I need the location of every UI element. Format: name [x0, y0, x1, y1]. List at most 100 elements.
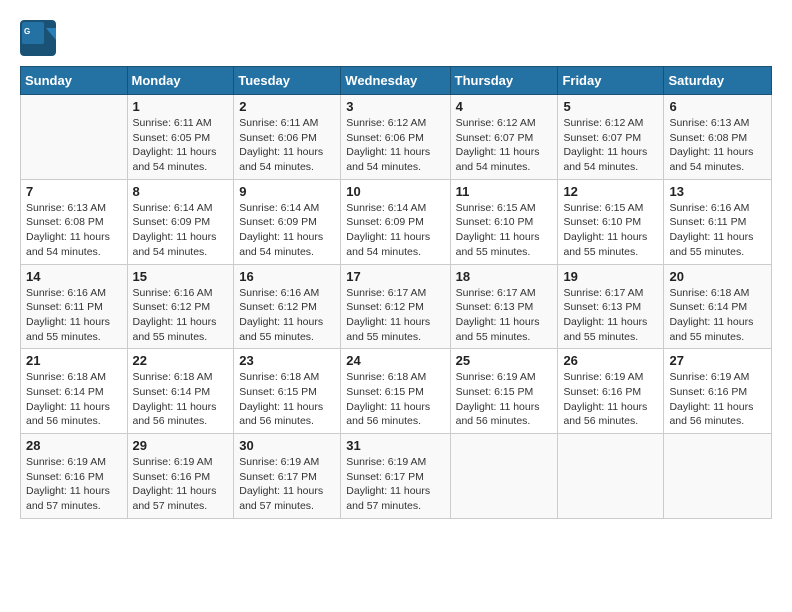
sunrise: Sunrise: 6:12 AM: [563, 116, 658, 131]
day-header-tuesday: Tuesday: [234, 67, 341, 95]
daylight: Daylight: 11 hours and 54 minutes.: [239, 145, 335, 174]
daylight: Daylight: 11 hours and 57 minutes.: [346, 484, 444, 513]
daylight: Daylight: 11 hours and 55 minutes.: [563, 315, 658, 344]
sunrise: Sunrise: 6:16 AM: [133, 286, 229, 301]
day-info: Sunrise: 6:12 AM Sunset: 6:06 PM Dayligh…: [346, 116, 444, 175]
calendar-cell: 29 Sunrise: 6:19 AM Sunset: 6:16 PM Dayl…: [127, 434, 234, 519]
daylight: Daylight: 11 hours and 54 minutes.: [26, 230, 122, 259]
calendar-cell: 7 Sunrise: 6:13 AM Sunset: 6:08 PM Dayli…: [21, 179, 128, 264]
day-info: Sunrise: 6:19 AM Sunset: 6:15 PM Dayligh…: [456, 370, 553, 429]
day-number: 15: [133, 269, 229, 284]
sunrise: Sunrise: 6:11 AM: [239, 116, 335, 131]
calendar-cell: 24 Sunrise: 6:18 AM Sunset: 6:15 PM Dayl…: [341, 349, 450, 434]
daylight: Daylight: 11 hours and 54 minutes.: [346, 145, 444, 174]
sunrise: Sunrise: 6:17 AM: [346, 286, 444, 301]
calendar-cell: 11 Sunrise: 6:15 AM Sunset: 6:10 PM Dayl…: [450, 179, 558, 264]
calendar-cell: 1 Sunrise: 6:11 AM Sunset: 6:05 PM Dayli…: [127, 95, 234, 180]
day-number: 18: [456, 269, 553, 284]
calendar-cell: 26 Sunrise: 6:19 AM Sunset: 6:16 PM Dayl…: [558, 349, 664, 434]
day-info: Sunrise: 6:14 AM Sunset: 6:09 PM Dayligh…: [346, 201, 444, 260]
calendar-cell: 3 Sunrise: 6:12 AM Sunset: 6:06 PM Dayli…: [341, 95, 450, 180]
day-number: 10: [346, 184, 444, 199]
sunset: Sunset: 6:14 PM: [133, 385, 229, 400]
daylight: Daylight: 11 hours and 54 minutes.: [346, 230, 444, 259]
sunset: Sunset: 6:16 PM: [133, 470, 229, 485]
daylight: Daylight: 11 hours and 55 minutes.: [669, 315, 766, 344]
daylight: Daylight: 11 hours and 54 minutes.: [239, 230, 335, 259]
calendar-body: 1 Sunrise: 6:11 AM Sunset: 6:05 PM Dayli…: [21, 95, 772, 519]
sunset: Sunset: 6:09 PM: [346, 215, 444, 230]
day-info: Sunrise: 6:17 AM Sunset: 6:13 PM Dayligh…: [456, 286, 553, 345]
day-info: Sunrise: 6:16 AM Sunset: 6:11 PM Dayligh…: [669, 201, 766, 260]
sunrise: Sunrise: 6:19 AM: [346, 455, 444, 470]
day-header-thursday: Thursday: [450, 67, 558, 95]
day-header-wednesday: Wednesday: [341, 67, 450, 95]
day-number: 23: [239, 353, 335, 368]
daylight: Daylight: 11 hours and 55 minutes.: [346, 315, 444, 344]
calendar-cell: 31 Sunrise: 6:19 AM Sunset: 6:17 PM Dayl…: [341, 434, 450, 519]
day-number: 24: [346, 353, 444, 368]
sunrise: Sunrise: 6:15 AM: [456, 201, 553, 216]
sunrise: Sunrise: 6:13 AM: [669, 116, 766, 131]
day-number: 7: [26, 184, 122, 199]
calendar-cell: 10 Sunrise: 6:14 AM Sunset: 6:09 PM Dayl…: [341, 179, 450, 264]
calendar-week-2: 14 Sunrise: 6:16 AM Sunset: 6:11 PM Dayl…: [21, 264, 772, 349]
sunrise: Sunrise: 6:14 AM: [133, 201, 229, 216]
calendar-cell: 8 Sunrise: 6:14 AM Sunset: 6:09 PM Dayli…: [127, 179, 234, 264]
calendar-cell: 21 Sunrise: 6:18 AM Sunset: 6:14 PM Dayl…: [21, 349, 128, 434]
sunrise: Sunrise: 6:19 AM: [26, 455, 122, 470]
day-number: 3: [346, 99, 444, 114]
sunset: Sunset: 6:16 PM: [563, 385, 658, 400]
sunset: Sunset: 6:15 PM: [346, 385, 444, 400]
daylight: Daylight: 11 hours and 54 minutes.: [133, 230, 229, 259]
day-number: 25: [456, 353, 553, 368]
sunset: Sunset: 6:11 PM: [669, 215, 766, 230]
day-number: 22: [133, 353, 229, 368]
sunset: Sunset: 6:13 PM: [456, 300, 553, 315]
sunset: Sunset: 6:16 PM: [26, 470, 122, 485]
sunrise: Sunrise: 6:16 AM: [239, 286, 335, 301]
day-info: Sunrise: 6:11 AM Sunset: 6:06 PM Dayligh…: [239, 116, 335, 175]
sunset: Sunset: 6:07 PM: [456, 131, 553, 146]
sunset: Sunset: 6:17 PM: [239, 470, 335, 485]
day-number: 8: [133, 184, 229, 199]
sunset: Sunset: 6:14 PM: [26, 385, 122, 400]
daylight: Daylight: 11 hours and 55 minutes.: [456, 230, 553, 259]
day-info: Sunrise: 6:15 AM Sunset: 6:10 PM Dayligh…: [563, 201, 658, 260]
calendar-cell: 17 Sunrise: 6:17 AM Sunset: 6:12 PM Dayl…: [341, 264, 450, 349]
sunrise: Sunrise: 6:14 AM: [346, 201, 444, 216]
day-number: 21: [26, 353, 122, 368]
sunrise: Sunrise: 6:19 AM: [456, 370, 553, 385]
calendar-cell: 13 Sunrise: 6:16 AM Sunset: 6:11 PM Dayl…: [664, 179, 772, 264]
day-info: Sunrise: 6:17 AM Sunset: 6:12 PM Dayligh…: [346, 286, 444, 345]
sunset: Sunset: 6:17 PM: [346, 470, 444, 485]
day-number: 5: [563, 99, 658, 114]
sunrise: Sunrise: 6:11 AM: [133, 116, 229, 131]
day-info: Sunrise: 6:19 AM Sunset: 6:16 PM Dayligh…: [563, 370, 658, 429]
day-number: 27: [669, 353, 766, 368]
day-info: Sunrise: 6:12 AM Sunset: 6:07 PM Dayligh…: [563, 116, 658, 175]
calendar-cell: 20 Sunrise: 6:18 AM Sunset: 6:14 PM Dayl…: [664, 264, 772, 349]
calendar-cell: [664, 434, 772, 519]
daylight: Daylight: 11 hours and 55 minutes.: [669, 230, 766, 259]
sunrise: Sunrise: 6:18 AM: [346, 370, 444, 385]
day-info: Sunrise: 6:16 AM Sunset: 6:12 PM Dayligh…: [239, 286, 335, 345]
calendar-cell: 2 Sunrise: 6:11 AM Sunset: 6:06 PM Dayli…: [234, 95, 341, 180]
day-header-friday: Friday: [558, 67, 664, 95]
day-info: Sunrise: 6:11 AM Sunset: 6:05 PM Dayligh…: [133, 116, 229, 175]
page-header: G: [20, 20, 772, 56]
sunrise: Sunrise: 6:16 AM: [669, 201, 766, 216]
day-number: 6: [669, 99, 766, 114]
daylight: Daylight: 11 hours and 55 minutes.: [26, 315, 122, 344]
calendar-cell: 16 Sunrise: 6:16 AM Sunset: 6:12 PM Dayl…: [234, 264, 341, 349]
calendar-table: SundayMondayTuesdayWednesdayThursdayFrid…: [20, 66, 772, 519]
sunrise: Sunrise: 6:14 AM: [239, 201, 335, 216]
daylight: Daylight: 11 hours and 55 minutes.: [456, 315, 553, 344]
daylight: Daylight: 11 hours and 54 minutes.: [669, 145, 766, 174]
daylight: Daylight: 11 hours and 56 minutes.: [563, 400, 658, 429]
sunrise: Sunrise: 6:12 AM: [456, 116, 553, 131]
day-header-saturday: Saturday: [664, 67, 772, 95]
day-number: 4: [456, 99, 553, 114]
daylight: Daylight: 11 hours and 57 minutes.: [239, 484, 335, 513]
sunrise: Sunrise: 6:18 AM: [239, 370, 335, 385]
